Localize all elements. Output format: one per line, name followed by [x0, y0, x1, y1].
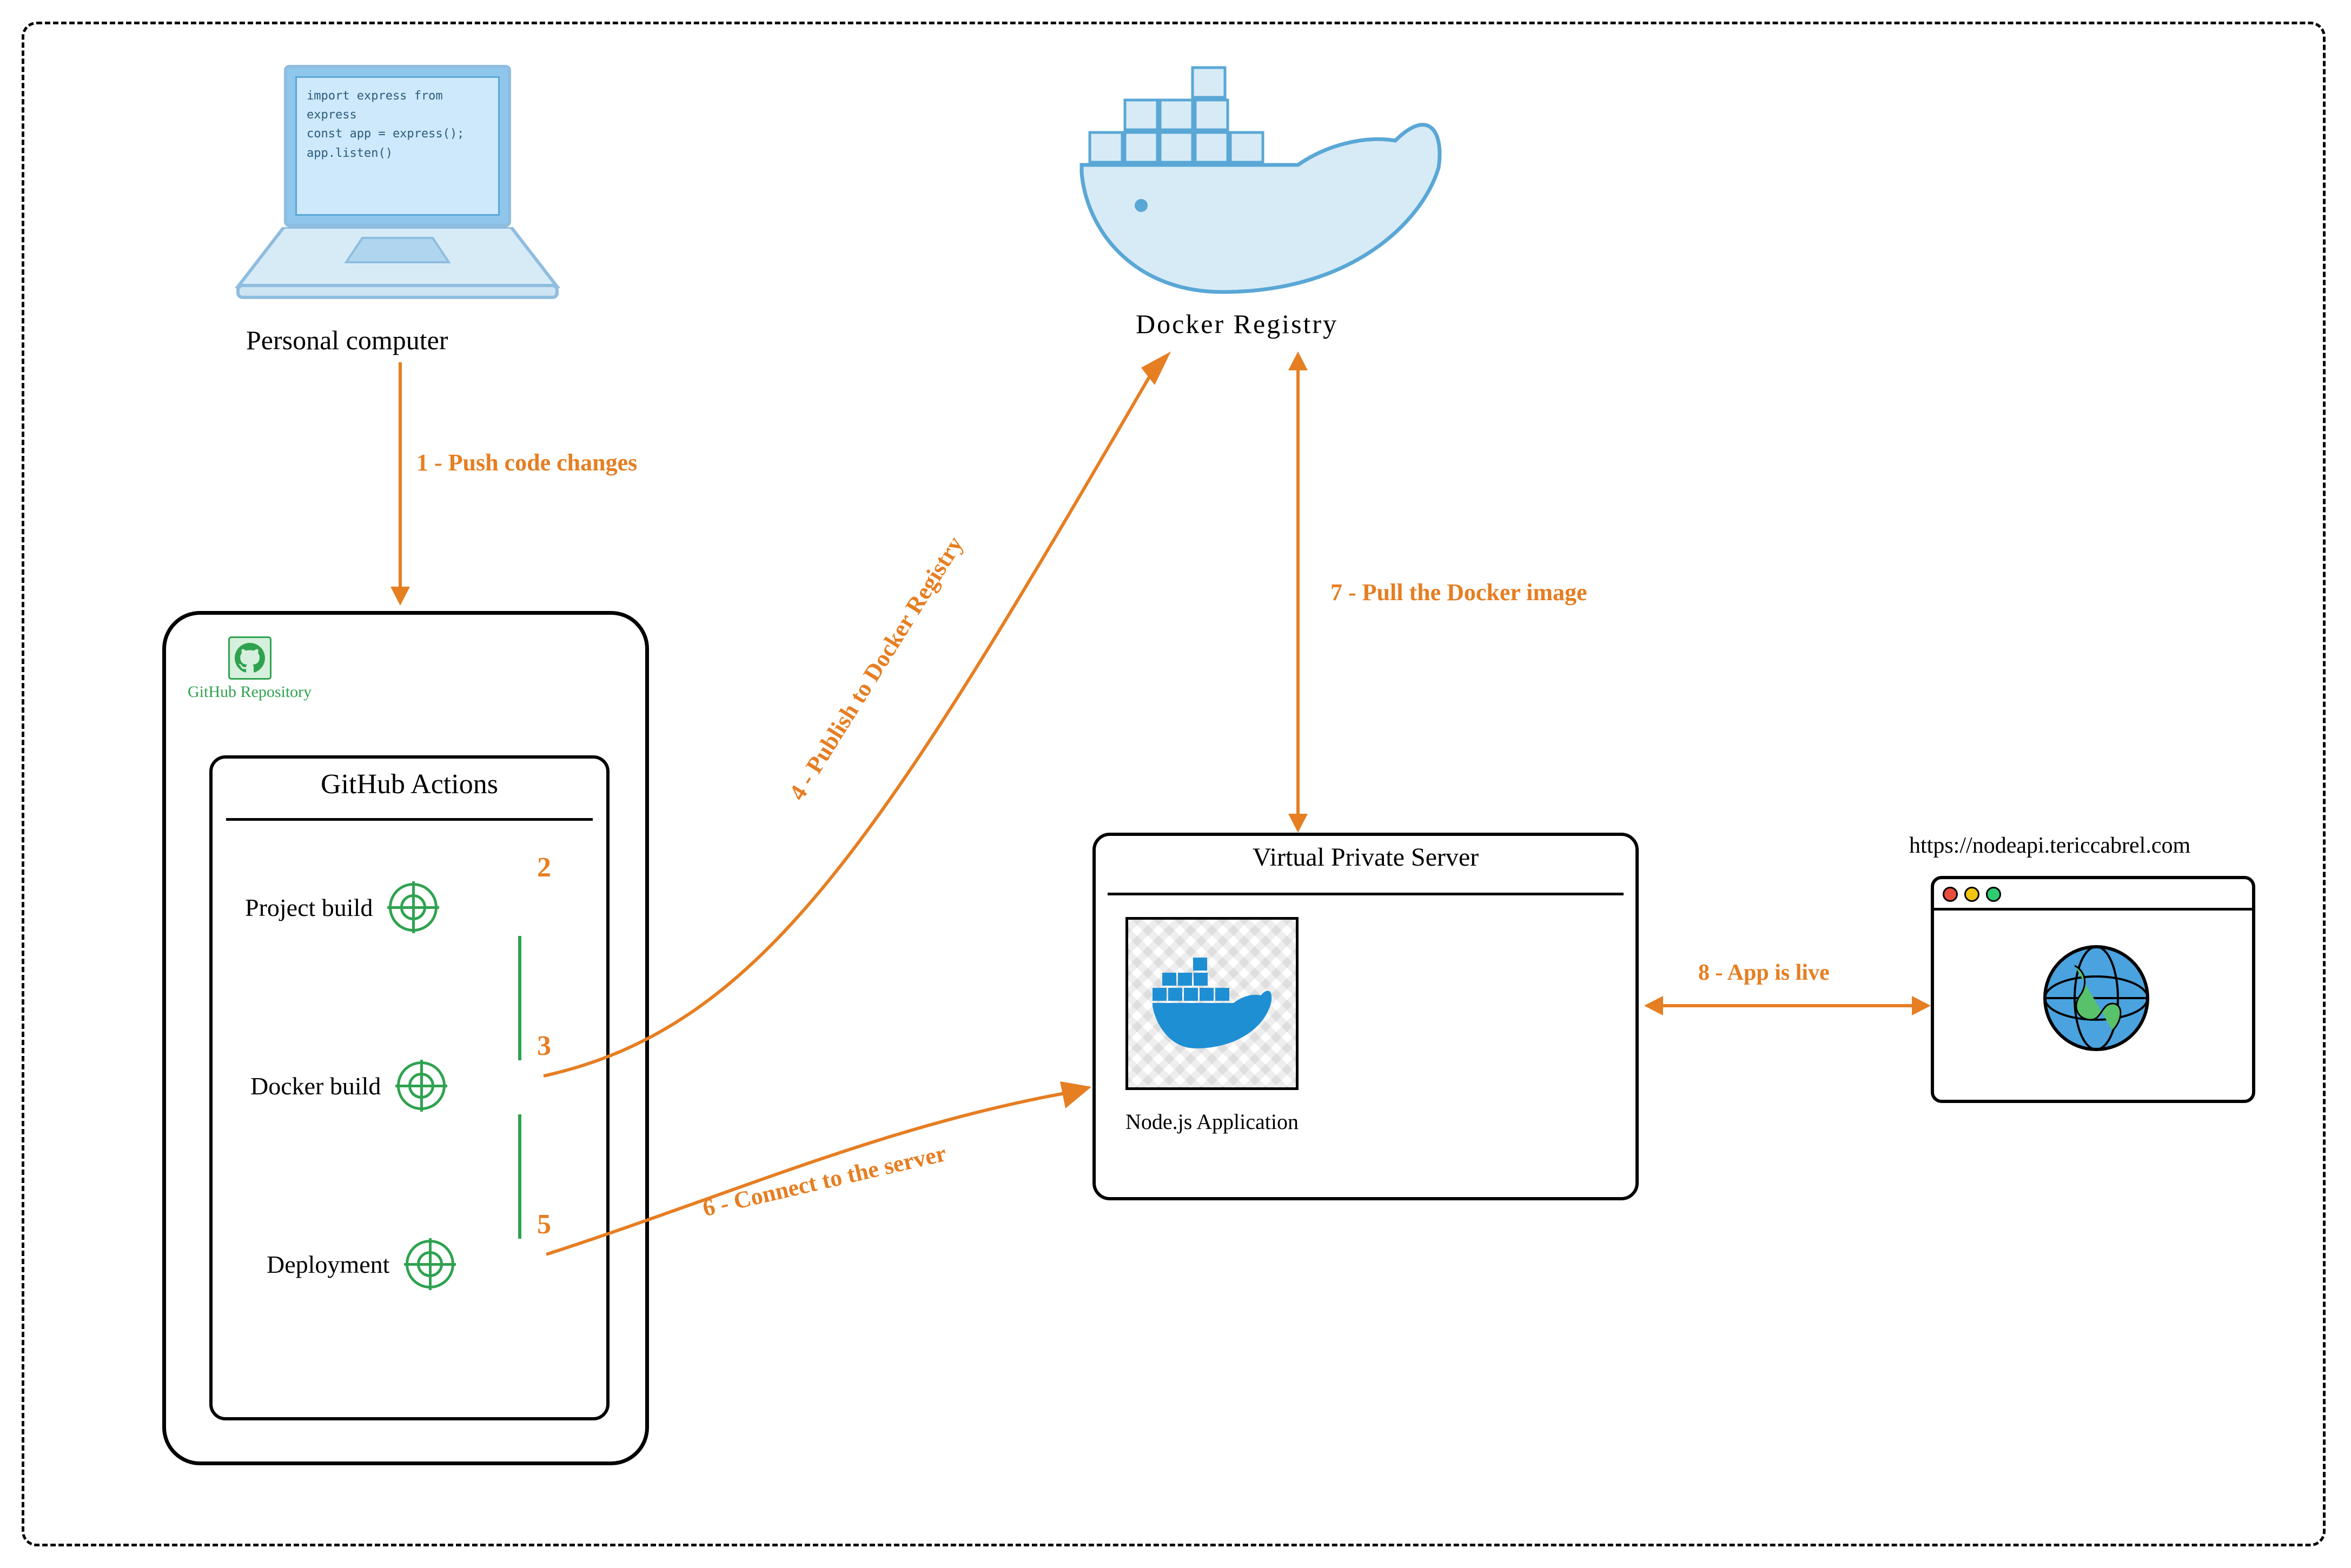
connector-line — [518, 1114, 521, 1239]
vps-title: Virtual Private Server — [1096, 842, 1635, 872]
code-line: const app = express(); — [307, 124, 488, 143]
github-repo-label: GitHub Repository — [188, 683, 312, 701]
divider — [226, 818, 593, 821]
vps-box: Virtual Private Server Node.js Applicati… — [1092, 833, 1639, 1200]
arrow-8-label: 8 - App is live — [1698, 960, 1830, 986]
arrow-7-label: 7 - Pull the Docker image — [1330, 579, 1587, 606]
github-actions-box: GitHub Actions Project build 2 Docker bu… — [209, 755, 610, 1420]
code-line: import express from express — [307, 87, 488, 124]
arrow-1-label: 1 - Push code changes — [416, 449, 637, 476]
github-icon — [228, 636, 271, 680]
window-dot-green — [1986, 887, 2001, 902]
docker-registry-caption: Docker Registry — [1136, 308, 1338, 340]
node-app-label: Node.js Application — [1125, 1109, 1299, 1134]
docker-whale-icon — [1071, 59, 1449, 303]
browser-url: https://nodeapi.tericcabrel.com — [1909, 833, 2190, 859]
step-num-5: 5 — [537, 1208, 551, 1240]
step-num-3: 3 — [537, 1030, 551, 1062]
code-line: app.listen() — [307, 144, 488, 163]
target-icon — [397, 1061, 446, 1110]
code-snippet: import express from express const app = … — [295, 76, 500, 216]
target-icon — [406, 1240, 454, 1288]
laptop-icon: import express from express const app = … — [233, 65, 562, 308]
github-actions-title: GitHub Actions — [213, 768, 606, 800]
laptop-caption: Personal computer — [246, 324, 448, 356]
docker-app-icon — [1125, 917, 1299, 1090]
browser-window-icon — [1931, 876, 2255, 1103]
window-dot-yellow — [1964, 887, 1979, 902]
window-dot-red — [1943, 887, 1958, 902]
globe-icon — [2042, 944, 2150, 1052]
github-repository-box: GitHub Repository GitHub Actions Project… — [162, 611, 649, 1465]
step-deployment: Deployment — [267, 1250, 389, 1279]
step-num-2: 2 — [537, 852, 551, 883]
step-project-build: Project build — [245, 893, 373, 922]
target-icon — [389, 883, 438, 932]
step-docker-build: Docker build — [250, 1072, 381, 1100]
divider — [1108, 893, 1624, 895]
connector-line — [518, 936, 521, 1060]
